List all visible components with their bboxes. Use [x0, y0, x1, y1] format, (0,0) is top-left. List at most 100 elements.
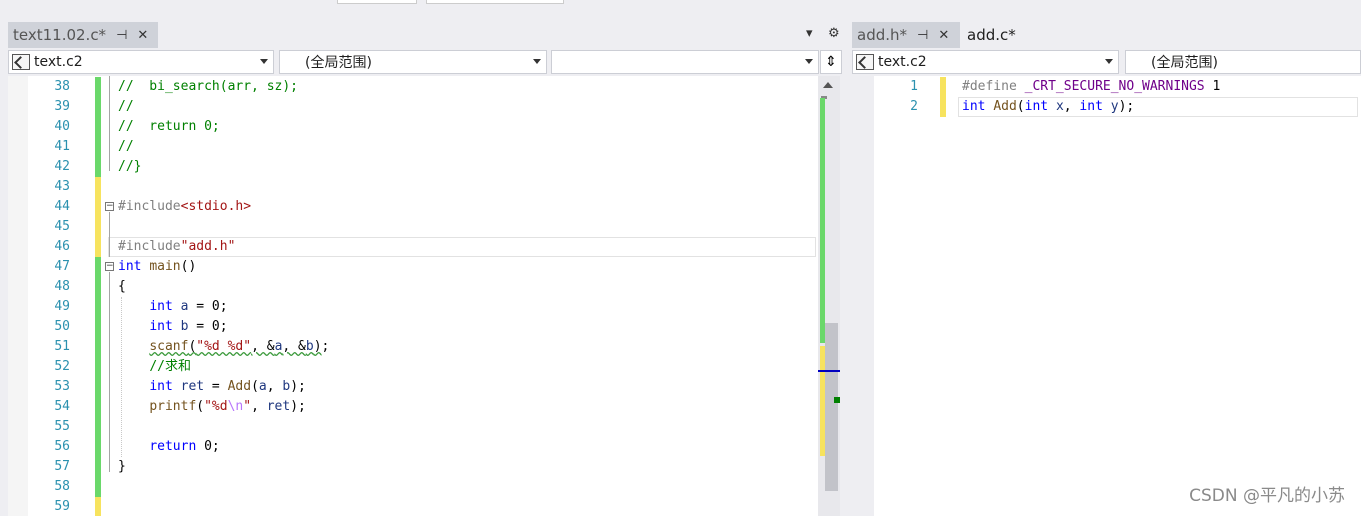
line-number: 59: [54, 499, 70, 514]
outline-bracket: [109, 76, 110, 171]
change-bar: [95, 357, 101, 377]
line-number: 38: [54, 79, 70, 94]
code-line[interactable]: int main(): [118, 257, 196, 277]
tab-title: add.c*: [967, 26, 1016, 44]
code-line[interactable]: int a = 0;: [118, 297, 227, 317]
change-bar: [95, 157, 101, 177]
code-line[interactable]: }: [118, 457, 126, 477]
code-line[interactable]: //}: [118, 157, 141, 177]
change-bar: [95, 77, 101, 97]
line-number: 58: [54, 479, 70, 494]
tab-text11-02-c[interactable]: text11.02.c* ⊣ ✕: [8, 22, 158, 48]
change-bar: [95, 277, 101, 297]
code-line[interactable]: int ret = Add(a, b);: [118, 377, 306, 397]
scope-combo[interactable]: (全局范围): [1125, 50, 1361, 74]
chevron-down-icon: [260, 59, 268, 64]
change-bar: [95, 337, 101, 357]
line-number: 56: [54, 439, 70, 454]
code-line[interactable]: int Add(int x, int y);: [962, 97, 1134, 117]
line-number: 53: [54, 379, 70, 394]
change-bar: [95, 117, 101, 137]
line-number: 52: [54, 359, 70, 374]
line-number: 50: [54, 319, 70, 334]
line-number: 41: [54, 139, 70, 154]
chevron-down-icon: [533, 59, 541, 64]
change-bar: [95, 197, 101, 217]
navigation-bar: text.c2 (全局范围) ⇕: [8, 50, 846, 74]
pin-icon[interactable]: ⊣: [917, 28, 928, 43]
project-combo[interactable]: text.c2: [8, 50, 274, 74]
toolbar-combo-1[interactable]: [337, 0, 417, 4]
code-line[interactable]: #include<stdio.h>: [118, 197, 251, 217]
change-bar: [95, 437, 101, 457]
line-number: 44: [54, 199, 70, 214]
gear-icon[interactable]: ⚙: [828, 26, 840, 41]
collapse-icon[interactable]: −: [105, 202, 114, 211]
code-line[interactable]: int b = 0;: [118, 317, 227, 337]
change-bar: [940, 97, 946, 117]
change-bar: [95, 377, 101, 397]
change-bar: [95, 177, 101, 197]
pin-icon[interactable]: ⊣: [116, 28, 127, 43]
tab-dropdown-icon[interactable]: ▾: [806, 26, 813, 41]
line-number: 54: [54, 399, 70, 414]
line-number: 48: [54, 279, 70, 294]
line-number: 40: [54, 119, 70, 134]
line-number: 55: [54, 419, 70, 434]
toolbar-combo-2[interactable]: [426, 0, 564, 4]
code-line[interactable]: #include"add.h": [118, 237, 235, 257]
code-line[interactable]: //: [118, 137, 134, 157]
close-icon[interactable]: ✕: [938, 28, 949, 43]
navigation-bar: text.c2 (全局范围): [852, 50, 1361, 74]
change-bar: [95, 457, 101, 477]
scope-combo[interactable]: (全局范围): [279, 50, 547, 74]
change-bar: [95, 217, 101, 237]
project-combo[interactable]: text.c2: [852, 50, 1119, 74]
line-number: 43: [54, 179, 70, 194]
scroll-up-icon[interactable]: [823, 82, 833, 88]
change-bar: [95, 97, 101, 117]
left-editor-pane: text11.02.c* ⊣ ✕ ▾ ⚙ text.c2 (全局范围) ⇕ 38…: [8, 22, 846, 516]
change-bar: [95, 297, 101, 317]
line-number: 39: [54, 99, 70, 114]
close-icon[interactable]: ✕: [137, 28, 148, 43]
tab-add-h[interactable]: add.h* ⊣ ✕: [852, 22, 960, 48]
code-line[interactable]: {: [118, 277, 126, 297]
code-line[interactable]: //: [118, 97, 134, 117]
line-number: 45: [54, 219, 70, 234]
code-editor-left[interactable]: 38 // bi_search(arr, sz); 39 // 40 // return …: [8, 76, 818, 516]
chevron-down-icon: [1105, 59, 1113, 64]
glyph-margin[interactable]: [8, 76, 28, 516]
change-bar: [95, 237, 101, 257]
change-bar: [95, 137, 101, 157]
line-number: 57: [54, 459, 70, 474]
scroll-thumb[interactable]: [825, 323, 838, 491]
code-line[interactable]: scanf("%d %d", &a, &b);: [118, 337, 329, 357]
line-number: 2: [910, 99, 918, 114]
vertical-scrollbar[interactable]: [818, 76, 840, 516]
project-label: text.c2: [34, 54, 83, 70]
code-line[interactable]: printf("%d\n", ret);: [118, 397, 306, 417]
change-bar: [95, 417, 101, 437]
code-editor-right[interactable]: 1 #define _CRT_SECURE_NO_WARNINGS 1 2 int A…: [874, 76, 1361, 516]
code-line[interactable]: #define _CRT_SECURE_NO_WARNINGS 1: [962, 77, 1220, 97]
right-editor-pane: add.h* ⊣ ✕ add.c* text.c2 (全局范围) 1 #defin…: [852, 22, 1361, 516]
line-number: 42: [54, 159, 70, 174]
code-line[interactable]: // bi_search(arr, sz);: [118, 77, 298, 97]
change-bar: [940, 77, 946, 97]
code-line[interactable]: // return 0;: [118, 117, 220, 137]
member-combo[interactable]: [551, 50, 819, 74]
change-bar: [95, 317, 101, 337]
project-label: text.c2: [878, 54, 927, 70]
line-number: 49: [54, 299, 70, 314]
tab-title: text11.02.c*: [13, 26, 107, 44]
collapse-icon[interactable]: −: [105, 262, 114, 271]
change-bar: [95, 477, 101, 497]
project-icon: [12, 54, 30, 70]
tab-add-c[interactable]: add.c*: [962, 22, 1042, 48]
tab-title: add.h*: [857, 26, 908, 44]
change-bar: [95, 397, 101, 417]
code-line[interactable]: //求和: [118, 357, 191, 377]
split-window-button[interactable]: ⇕: [820, 50, 842, 74]
code-line[interactable]: return 0;: [118, 437, 219, 457]
